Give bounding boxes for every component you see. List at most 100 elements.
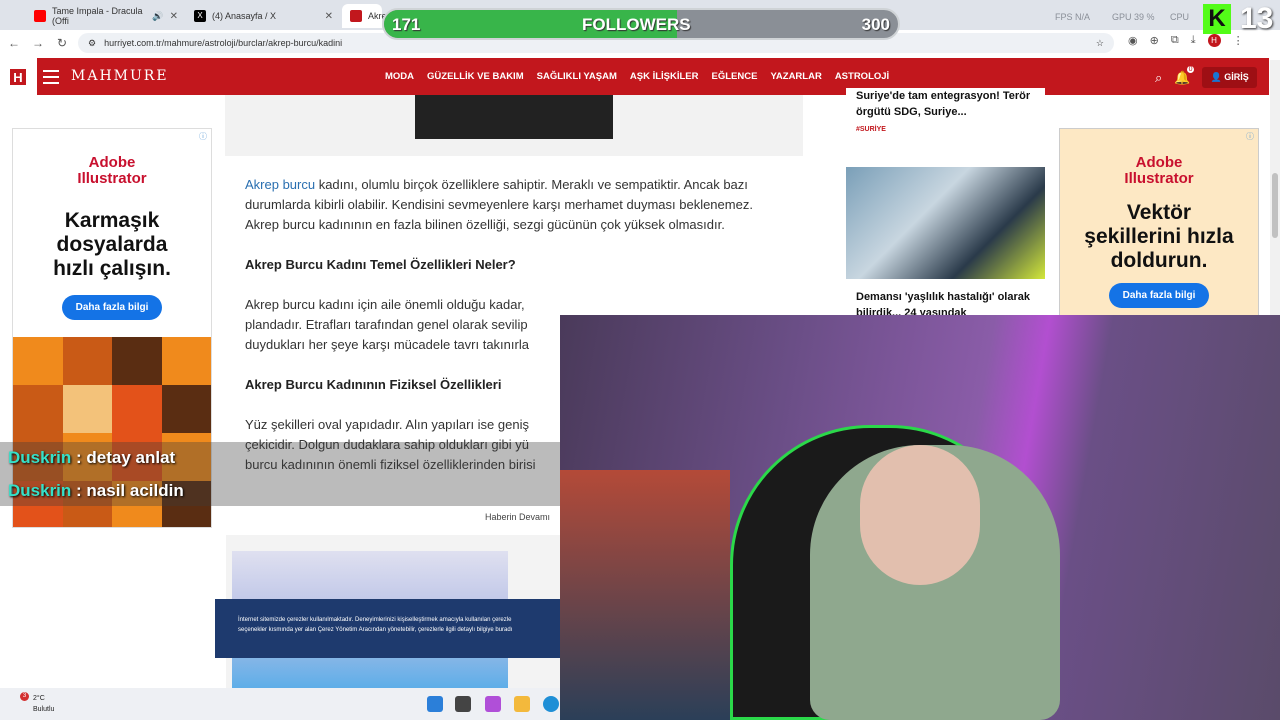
ad-cta-button[interactable]: Daha fazla bilgi <box>61 295 163 320</box>
menu-item-saglikli-yasam[interactable]: SAĞLIKLI YAŞAM <box>537 71 617 82</box>
login-label: GİRİŞ <box>1224 72 1249 82</box>
chat-username: Duskrin <box>8 448 72 467</box>
followers-current: 171 <box>392 15 421 34</box>
menu-item-eglence[interactable]: EĞLENCE <box>712 71 758 82</box>
read-more-link[interactable]: Haberin Devamı <box>485 512 550 522</box>
task-view-icon[interactable] <box>455 696 471 712</box>
fps-readout: FPS N/A <box>1055 12 1091 22</box>
weather-temperature: 2°C <box>33 695 45 702</box>
ad-brand: Adobe Illustrator <box>1060 155 1258 187</box>
tab-label: Tame Impala - Dracula (Offi <box>52 6 143 26</box>
tab-label: (4) Anasayfa / X <box>212 11 277 21</box>
webcam-feed <box>560 315 1280 720</box>
followers-target: 300 <box>861 15 890 34</box>
windows-taskbar: 3 2°C Bulutlu <box>0 688 560 720</box>
notification-count: 0 <box>1186 65 1195 73</box>
reload-icon[interactable]: ↻ <box>50 36 74 50</box>
user-icon: 👤 <box>1210 72 1222 82</box>
right-ad[interactable]: ⓘ Adobe Illustrator Vektör şekillerini h… <box>1059 128 1259 316</box>
paragraph-features: Akrep burcu kadını için aile önemli oldu… <box>245 297 529 352</box>
cookie-text-line2: seçenekler kısmında yer alan Çerez Yönet… <box>238 627 513 633</box>
login-button[interactable]: 👤 GİRİŞ <box>1202 67 1257 88</box>
x-icon: X <box>194 10 206 22</box>
menu-item-yazarlar[interactable]: YAZARLAR <box>770 71 821 82</box>
paragraph-intro-text: kadını, olumlu birçok özelliklere sahipt… <box>245 177 753 232</box>
cookie-banner: İnternet sitemizde çerezler kullanılmakt… <box>215 599 560 658</box>
url-text: hurriyet.com.tr/mahmure/astroloji/burcla… <box>104 38 343 48</box>
ad-brand: Adobe Illustrator <box>13 155 211 187</box>
site-brand[interactable]: MAHMURE <box>71 68 169 84</box>
followers-goal-bar: 171 FOLLOWERS 300 <box>382 8 900 40</box>
ad-cta-button[interactable]: Daha fazla bilgi <box>1108 283 1210 308</box>
ad-info-icon[interactable]: ⓘ <box>199 131 207 142</box>
weather-badge: 3 <box>20 692 29 701</box>
weather-widget[interactable]: 2°C Bulutlu <box>33 693 54 715</box>
windows-start-icon[interactable] <box>427 696 443 712</box>
menu-item-guzellik[interactable]: GÜZELLİK VE BAKIM <box>427 71 524 82</box>
bell-icon[interactable]: 🔔 0 <box>1174 65 1195 86</box>
bookmark-star-icon[interactable]: ☆ <box>1096 38 1104 49</box>
chat-message: Duskrin : detay anlat <box>8 448 175 468</box>
puzzle-icon[interactable]: ⧉ <box>1171 34 1179 47</box>
search-icon[interactable]: ⌕ <box>1155 70 1162 86</box>
forward-icon[interactable]: → <box>26 36 50 50</box>
stream-screen: Tame Impala - Dracula (Offi 🔊 ✕ X (4) An… <box>0 0 1280 720</box>
ad-info-icon[interactable]: ⓘ <box>1246 131 1254 142</box>
viewer-count: 13 <box>1240 2 1274 35</box>
ad-brand-line1: Adobe <box>88 154 136 171</box>
chat-text: : detay anlat <box>71 448 176 467</box>
menu-item-moda[interactable]: MODA <box>385 71 414 82</box>
tab-x[interactable]: X (4) Anasayfa / X ✕ <box>186 4 341 28</box>
wall-painting <box>560 470 730 720</box>
edge-icon[interactable] <box>543 696 559 712</box>
tab-hurriyet[interactable]: Akrep <box>342 4 392 28</box>
cookie-text-line1: İnternet sitemizde çerezler kullanılmakt… <box>238 617 512 623</box>
scrollbar-thumb[interactable] <box>1272 173 1278 238</box>
audio-icon: 🔊 <box>152 10 164 21</box>
paragraph-intro: Akrep burcu kadını, olumlu birçok özelli… <box>245 175 785 235</box>
close-icon[interactable]: ✕ <box>325 11 333 22</box>
site-header: H MAHMURE MODA GÜZELLİK VE BAKIM SAĞLIKL… <box>8 58 1269 95</box>
gpu-readout: GPU 39 % <box>1112 12 1155 22</box>
followers-label: FOLLOWERS <box>582 15 691 34</box>
section-heading-features: Akrep Burcu Kadını Temel Özellikleri Nel… <box>245 257 516 272</box>
ad-brand-line2: Illustrator <box>77 170 147 187</box>
chat-message: Duskrin : nasil acildin <box>8 481 184 501</box>
main-menu: MODA GÜZELLİK VE BAKIM SAĞLIKLI YAŞAM AŞ… <box>385 71 902 82</box>
weather-condition: Bulutlu <box>33 706 55 713</box>
news-tag[interactable]: #SURİYE <box>846 120 1045 139</box>
close-icon[interactable]: ✕ <box>170 11 178 22</box>
translate-icon[interactable]: ⊕ <box>1150 34 1159 47</box>
page-scrollbar[interactable] <box>1270 60 1280 315</box>
akrep-burcu-link[interactable]: Akrep burcu <box>245 177 315 192</box>
back-icon[interactable]: ← <box>2 36 26 50</box>
article-media-block <box>225 95 803 156</box>
ad-brand-line2: Illustrator <box>1124 170 1194 187</box>
tab-youtube[interactable]: Tame Impala - Dracula (Offi 🔊 ✕ <box>26 4 186 28</box>
ad-brand-line1: Adobe <box>1135 154 1183 171</box>
profile-avatar[interactable]: H <box>1207 34 1221 47</box>
hurriyet-logo[interactable]: H <box>8 67 28 87</box>
streamer-face <box>860 445 980 585</box>
ad-headline: Karmaşık dosyalarda hızlı çalışın. <box>53 209 171 280</box>
youtube-icon <box>34 10 46 22</box>
news-title[interactable]: Suriye'de tam entegrasyon! Terör örgütü … <box>846 88 1045 120</box>
copilot-icon[interactable] <box>485 696 501 712</box>
extension-icon[interactable]: ◉ <box>1128 34 1138 47</box>
kick-logo: K <box>1203 4 1231 34</box>
menu-item-ask-iliskiler[interactable]: AŞK İLİŞKİLER <box>630 71 699 82</box>
ad-headline: Vektör şekillerini hızla doldurun. <box>1084 201 1234 272</box>
chat-text: : nasil acildin <box>71 481 184 500</box>
download-icon[interactable]: ⤓ <box>1191 34 1196 47</box>
menu-item-astroloji[interactable]: ASTROLOJİ <box>835 71 889 82</box>
hurriyet-icon <box>350 10 362 22</box>
news-card-suriye[interactable]: Suriye'de tam entegrasyon! Terör örgütü … <box>846 88 1045 152</box>
chat-username: Duskrin <box>8 481 72 500</box>
news-image[interactable] <box>846 167 1045 279</box>
news-card-demans[interactable]: Demansı 'yaşlılık hastalığı' olarak bili… <box>846 167 1045 319</box>
hamburger-icon[interactable] <box>43 70 59 88</box>
cpu-readout: CPU <box>1170 12 1190 22</box>
file-explorer-icon[interactable] <box>514 696 530 712</box>
video-player[interactable] <box>415 95 613 139</box>
site-info-icon[interactable]: ⚙ <box>88 38 96 49</box>
